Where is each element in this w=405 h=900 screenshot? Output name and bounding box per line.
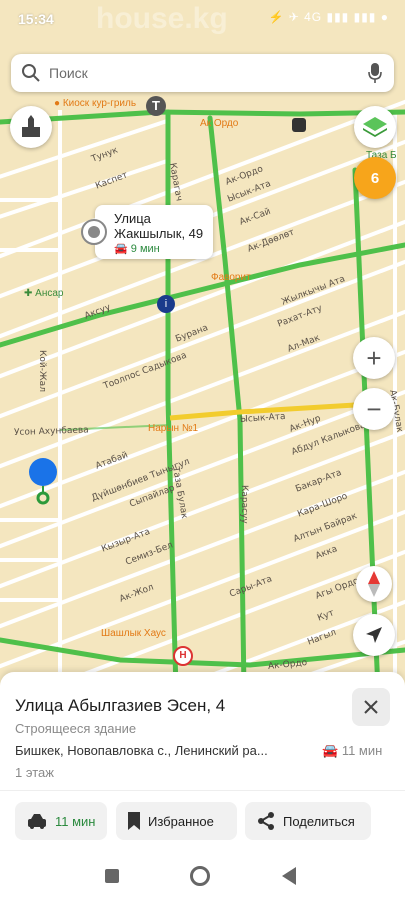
- transit-icon[interactable]: T: [146, 96, 166, 116]
- microphone-icon[interactable]: [368, 63, 382, 83]
- location-pin-icon[interactable]: [24, 456, 62, 506]
- system-nav-bar: [0, 852, 405, 900]
- share-button[interactable]: Поделиться: [245, 802, 371, 840]
- poi-ansar[interactable]: ✚ Ансар: [24, 288, 64, 299]
- zoom-out-button[interactable]: −: [353, 388, 395, 430]
- place-type: Строящееся здание: [15, 721, 137, 736]
- place-address: Бишкек, Новопавловка с., Ленинский ра...: [15, 743, 268, 758]
- street-label: Карасуу: [239, 485, 249, 524]
- car-icon: 🚘: [114, 243, 131, 255]
- status-time: 15:34: [18, 11, 54, 27]
- search-input[interactable]: Поиск: [49, 65, 88, 81]
- landmark-icon: [22, 115, 40, 137]
- back-icon[interactable]: [282, 867, 296, 885]
- place-eta: 🚘 11 мин: [322, 743, 383, 758]
- place-floor: 1 этаж: [15, 765, 54, 780]
- poi-naryn[interactable]: Нарын №1: [148, 423, 198, 434]
- favorite-button[interactable]: Избранное: [116, 802, 237, 840]
- poi-shop-icon: ✚: [24, 288, 36, 299]
- route-button[interactable]: 11 мин: [15, 802, 107, 840]
- zoom-in-button[interactable]: +: [353, 337, 395, 379]
- search-bar[interactable]: Поиск: [11, 54, 394, 92]
- status-bar: 15:34 ⚡ ✈ 4G ▮▮▮ ▮▮▮ ●: [0, 0, 405, 38]
- building-icon[interactable]: [292, 118, 306, 132]
- poi-shashlyk[interactable]: Шашлык Хаус: [101, 628, 166, 639]
- info-icon[interactable]: i: [157, 295, 175, 313]
- poi-ak-ordo[interactable]: Ак Ордо: [200, 118, 238, 129]
- poi-favorit[interactable]: Фаворит: [211, 272, 251, 283]
- map-view[interactable]: Тунук Каспет Аксуу Ак-Дөөлөт Бурана Тоол…: [0, 0, 405, 690]
- my-location-button[interactable]: [353, 614, 395, 656]
- address-callout[interactable]: Улица Жакшылык, 49 🚘 9 мин: [95, 205, 213, 259]
- status-indicators: ⚡ ✈ 4G ▮▮▮ ▮▮▮ ●: [268, 10, 389, 24]
- callout-title: Улица Жакшылык, 49: [114, 211, 204, 241]
- navigation-arrow-icon: [366, 627, 382, 643]
- close-button[interactable]: [352, 688, 390, 726]
- car-icon: 🚘: [322, 743, 342, 758]
- close-icon: [364, 700, 378, 714]
- layers-icon: [363, 117, 387, 137]
- divider: [0, 790, 405, 791]
- place-title: Улица Абылгазиев Эсен, 4: [15, 696, 226, 715]
- home-icon[interactable]: [190, 866, 210, 886]
- recents-icon[interactable]: [105, 869, 119, 883]
- callout-eta: 🚘 9 мин: [114, 243, 160, 255]
- compass-button[interactable]: [356, 566, 392, 602]
- building-marker-icon[interactable]: [80, 218, 108, 246]
- street-label: Кой-Жал: [37, 350, 47, 392]
- landmarks-button[interactable]: [10, 106, 52, 148]
- bookmark-icon: [128, 812, 140, 830]
- share-icon: [257, 812, 275, 830]
- layers-button[interactable]: [354, 106, 396, 148]
- search-icon: [22, 64, 40, 82]
- poi-kiosk[interactable]: ● Киоск кур-гриль: [54, 98, 136, 109]
- traffic-count-button[interactable]: 6: [354, 157, 396, 199]
- compass-icon: [368, 571, 380, 597]
- car-icon: [27, 813, 47, 829]
- poi-dot-icon: ●: [54, 98, 63, 109]
- hospital-icon[interactable]: H: [173, 646, 193, 666]
